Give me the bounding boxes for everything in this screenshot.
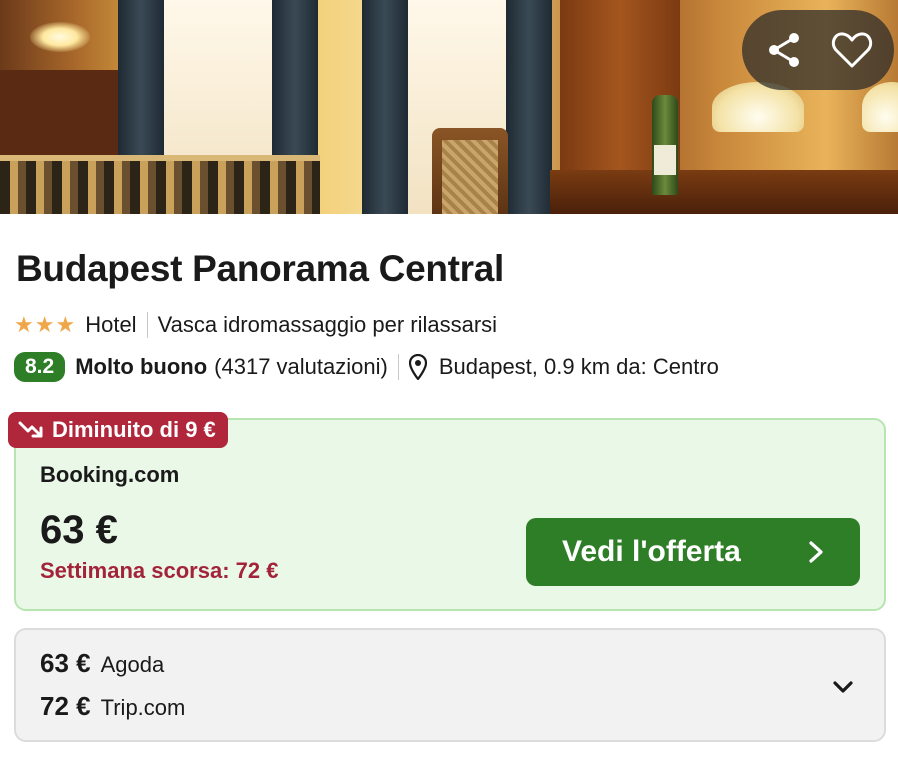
desk bbox=[550, 170, 898, 214]
star-rating: ★ ★ ★ bbox=[14, 314, 75, 336]
trend-down-icon bbox=[18, 421, 43, 438]
favorite-button[interactable] bbox=[822, 20, 882, 80]
chevron-down-icon bbox=[833, 681, 853, 693]
rating-location: 8.2 Molto buono (4317 valutazioni) Budap… bbox=[14, 352, 719, 382]
last-week-price: Settimana scorsa: 72 € bbox=[40, 558, 279, 583]
chevron-right-icon bbox=[809, 541, 823, 563]
other-offer-provider: Agoda bbox=[100, 652, 165, 677]
review-count[interactable]: (4317 valutazioni) bbox=[214, 354, 388, 380]
star-icon: ★ bbox=[14, 312, 34, 337]
rating-word: Molto buono bbox=[75, 354, 208, 379]
table-lamp bbox=[862, 82, 898, 132]
price-drop-text: Diminuito di 9 € bbox=[52, 417, 216, 442]
other-offer-row: 72 € Trip.com bbox=[40, 691, 185, 722]
share-button[interactable] bbox=[754, 20, 814, 80]
other-offer-row: 63 € Agoda bbox=[40, 648, 164, 679]
star-icon: ★ bbox=[55, 312, 76, 337]
hotel-meta: ★ ★ ★ Hotel Vasca idromassaggio per rila… bbox=[14, 312, 497, 338]
location-pin-icon bbox=[408, 354, 427, 380]
wine-bottle bbox=[652, 95, 678, 195]
offer-provider: Booking.com bbox=[40, 462, 180, 487]
star-icon: ★ bbox=[34, 312, 55, 337]
share-icon bbox=[769, 33, 799, 67]
other-offer-price: 63 € bbox=[40, 648, 91, 678]
view-offer-label: Vedi l'offerta bbox=[562, 535, 741, 568]
curtain bbox=[362, 0, 408, 214]
other-offer-provider: Trip.com bbox=[100, 695, 186, 720]
score-badge: 8.2 bbox=[14, 352, 66, 382]
curtain bbox=[506, 0, 552, 214]
location-text[interactable]: Budapest, 0.9 km da: Centro bbox=[439, 354, 719, 380]
chair bbox=[432, 128, 508, 214]
divider bbox=[146, 312, 148, 338]
photo-actions bbox=[742, 10, 894, 90]
view-offer-button[interactable]: Vedi l'offerta bbox=[526, 518, 860, 586]
other-offers-card[interactable] bbox=[14, 628, 886, 742]
bed bbox=[0, 155, 320, 214]
wall-lamp bbox=[30, 22, 90, 52]
expand-offers-button[interactable] bbox=[828, 672, 858, 702]
hotel-name[interactable]: Budapest Panorama Central bbox=[16, 248, 504, 290]
heart-icon bbox=[831, 32, 873, 68]
offer-price: 63 € bbox=[40, 508, 118, 552]
other-offer-price: 72 € bbox=[40, 691, 91, 721]
hotel-type: Hotel bbox=[85, 312, 137, 337]
hotel-feature: Vasca idromassaggio per rilassarsi bbox=[157, 312, 498, 337]
price-drop-badge: Diminuito di 9 € bbox=[8, 412, 228, 448]
divider bbox=[397, 354, 399, 380]
